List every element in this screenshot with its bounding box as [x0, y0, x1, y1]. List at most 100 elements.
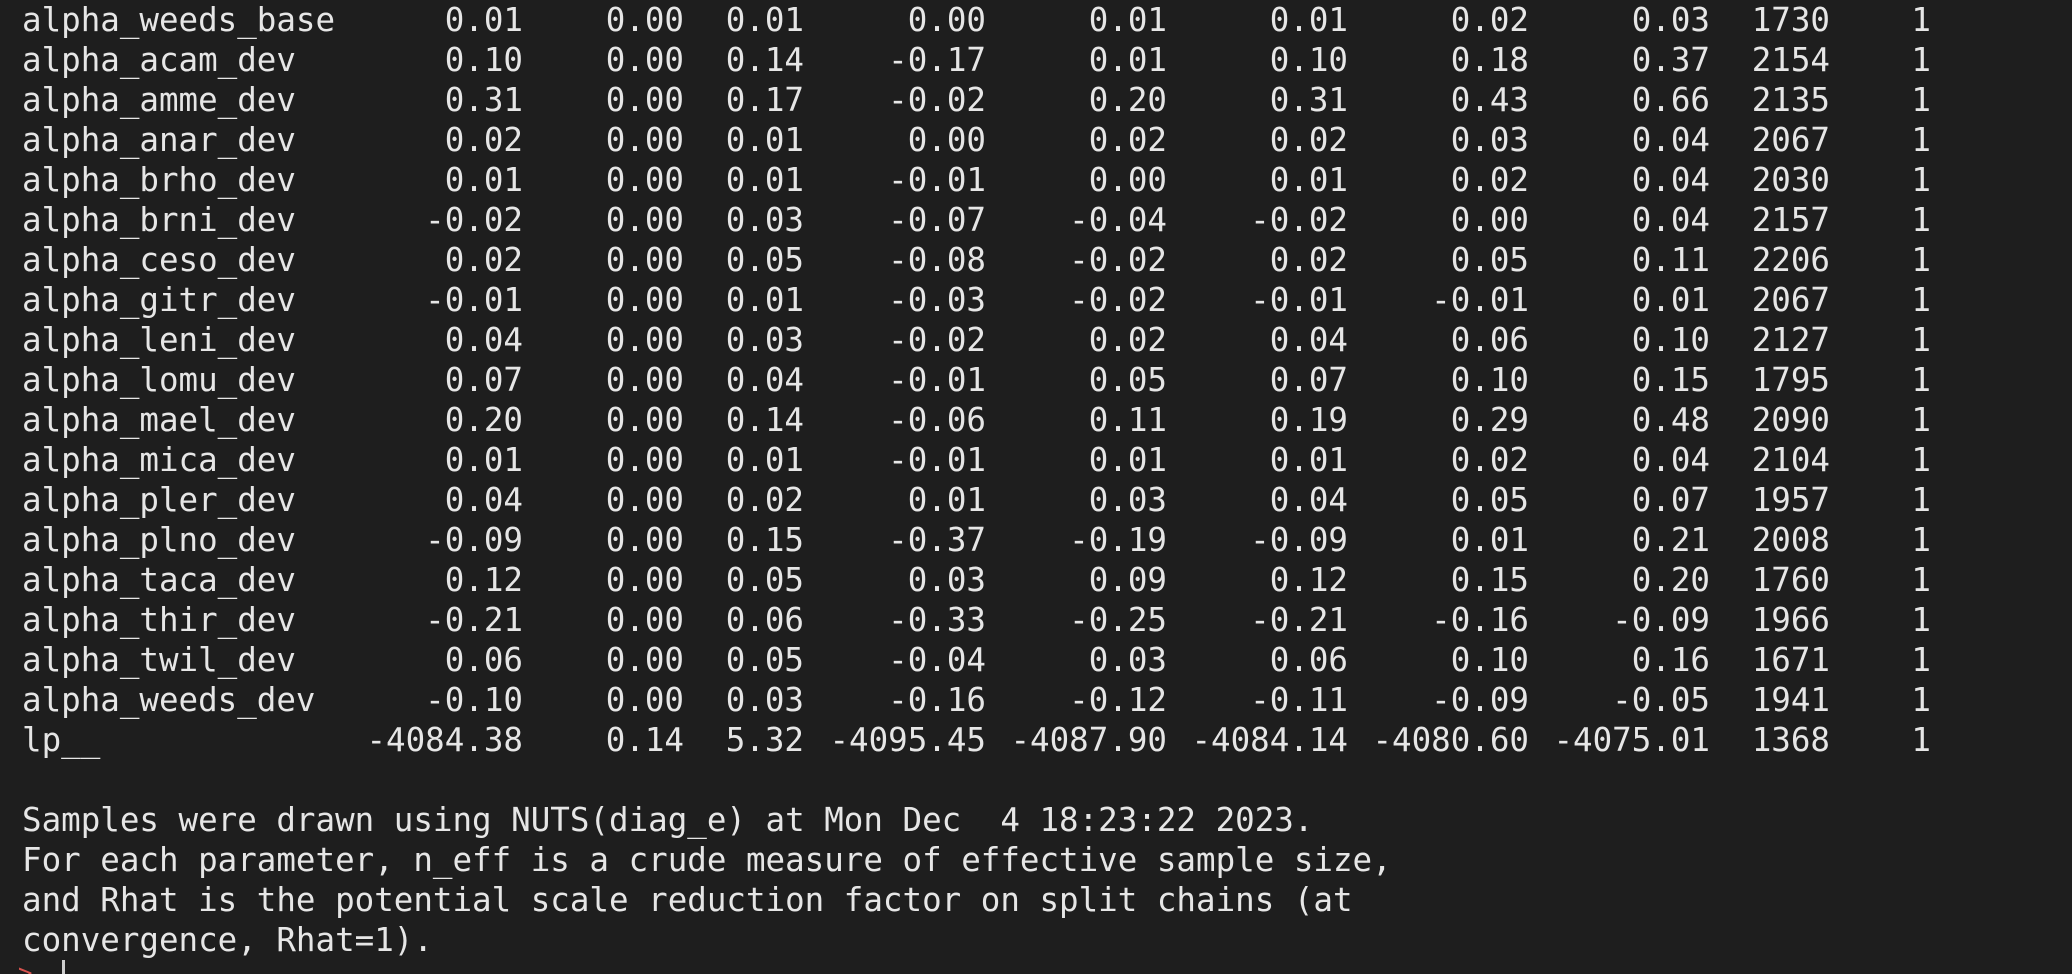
cell-se-mean: 0.00 [605, 441, 684, 479]
cell-q97-5: 0.01 [1631, 281, 1710, 319]
cell-n-eff: 2135 [1751, 81, 1830, 119]
cell-sd: 0.01 [725, 441, 804, 479]
parameter-name: alpha_brho_dev [22, 161, 296, 199]
cell-se-mean: 0.00 [605, 601, 684, 639]
parameter-name: alpha_lomu_dev [22, 361, 296, 399]
parameter-name: alpha_amme_dev [22, 81, 296, 119]
cell-q75: 0.03 [1450, 121, 1529, 159]
cell-q50: 0.06 [1269, 641, 1348, 679]
cell-se-mean: 0.00 [605, 81, 684, 119]
cell-q50: -0.11 [1250, 681, 1348, 719]
cell-sd: 0.03 [725, 201, 804, 239]
cell-mean: -0.21 [425, 601, 523, 639]
cell-q75: 0.43 [1450, 81, 1529, 119]
cell-sd: 0.15 [725, 521, 804, 559]
cell-n-eff: 2154 [1751, 41, 1830, 79]
cell-q97-5: 0.10 [1631, 321, 1710, 359]
cell-q50: 0.10 [1269, 41, 1348, 79]
cell-q25: -0.02 [1069, 241, 1167, 279]
table-row: alpha_lomu_dev 0.07 0.00 0.04 -0.01 0.05 0.07 0… [0, 360, 2072, 400]
parameter-name: alpha_leni_dev [22, 321, 296, 359]
cell-n-eff: 1368 [1751, 721, 1830, 759]
cell-q2-5: -0.01 [888, 361, 986, 399]
table-row: alpha_brho_dev 0.01 0.00 0.01 -0.01 0.00 0.01 0… [0, 160, 2072, 200]
cell-q2-5: -0.02 [888, 321, 986, 359]
cell-n-eff: 1957 [1751, 481, 1830, 519]
console-input-cursor[interactable] [62, 960, 65, 974]
cell-mean: 0.20 [444, 401, 523, 439]
cell-mean: -0.10 [425, 681, 523, 719]
cell-mean: 0.07 [444, 361, 523, 399]
cell-mean: 0.02 [444, 241, 523, 279]
cell-q2-5: -0.17 [888, 41, 986, 79]
cell-q75: 0.29 [1450, 401, 1529, 439]
cell-rhat: 1 [1911, 241, 1931, 279]
cell-mean: 0.01 [444, 441, 523, 479]
cell-q2-5: -0.06 [888, 401, 986, 439]
cell-n-eff: 1966 [1751, 601, 1830, 639]
cell-sd: 0.01 [725, 161, 804, 199]
table-row: alpha_ceso_dev 0.02 0.00 0.05 -0.08 -0.02 0.02… [0, 240, 2072, 280]
table-row: alpha_plno_dev -0.09 0.00 0.15 -0.37 -0.19 -0.… [0, 520, 2072, 560]
cell-n-eff: 2067 [1751, 281, 1830, 319]
cell-q50: -4084.14 [1191, 721, 1348, 759]
cell-q50: 0.01 [1269, 1, 1348, 39]
cell-rhat: 1 [1911, 441, 1931, 479]
cell-rhat: 1 [1911, 521, 1931, 559]
cell-mean: -4084.38 [366, 721, 523, 759]
table-row: alpha_gitr_dev -0.01 0.00 0.01 -0.03 -0.02 -0.… [0, 280, 2072, 320]
cell-q25: 0.00 [1088, 161, 1167, 199]
cell-q75: 0.05 [1450, 481, 1529, 519]
cell-mean: 0.04 [444, 481, 523, 519]
cell-q25: 0.03 [1088, 481, 1167, 519]
cell-n-eff: 1671 [1751, 641, 1830, 679]
cell-se-mean: 0.00 [605, 641, 684, 679]
cell-n-eff: 2008 [1751, 521, 1830, 559]
cell-q75: -0.01 [1431, 281, 1529, 319]
cell-q2-5: -0.01 [888, 161, 986, 199]
cell-rhat: 1 [1911, 321, 1931, 359]
footer-line-sampling-info: Samples were drawn using NUTS(diag_e) at… [22, 801, 1314, 839]
cell-n-eff: 1941 [1751, 681, 1830, 719]
cell-se-mean: 0.00 [605, 481, 684, 519]
console-prompt-icon: > [18, 963, 32, 974]
cell-q75: 0.00 [1450, 201, 1529, 239]
cell-q2-5: 0.03 [907, 561, 986, 599]
cell-rhat: 1 [1911, 561, 1931, 599]
cell-n-eff: 1760 [1751, 561, 1830, 599]
cell-q97-5: -0.05 [1612, 681, 1710, 719]
cell-q25: 0.01 [1088, 1, 1167, 39]
cell-n-eff: 1730 [1751, 1, 1830, 39]
cell-sd: 0.03 [725, 681, 804, 719]
cell-sd: 5.32 [725, 721, 804, 759]
cell-mean: -0.09 [425, 521, 523, 559]
cell-q2-5: 0.00 [907, 1, 986, 39]
table-row: alpha_pler_dev 0.04 0.00 0.02 0.01 0.03 0.04 0.… [0, 480, 2072, 520]
cell-q50: 0.02 [1269, 121, 1348, 159]
cell-q50: 0.02 [1269, 241, 1348, 279]
cell-q75: 0.02 [1450, 1, 1529, 39]
parameter-name: alpha_weeds_dev [22, 681, 316, 719]
cell-se-mean: 0.00 [605, 41, 684, 79]
cell-mean: 0.01 [444, 1, 523, 39]
cell-se-mean: 0.00 [605, 161, 684, 199]
cell-q25: -0.19 [1069, 521, 1167, 559]
cell-q97-5: 0.37 [1631, 41, 1710, 79]
cell-q75: 0.05 [1450, 241, 1529, 279]
cell-se-mean: 0.00 [605, 361, 684, 399]
cell-mean: 0.06 [444, 641, 523, 679]
table-row: alpha_weeds_dev -0.10 0.00 0.03 -0.16 -0.12 -0… [0, 680, 2072, 720]
cell-rhat: 1 [1911, 361, 1931, 399]
table-row: alpha_weeds_base 0.01 0.00 0.01 0.00 0.01 0.01… [0, 0, 2072, 40]
cell-rhat: 1 [1911, 41, 1931, 79]
r-console-output: alpha_weeds_base 0.01 0.00 0.01 0.00 0.01 0.01… [0, 0, 2072, 974]
cell-q50: 0.01 [1269, 161, 1348, 199]
cell-q50: -0.21 [1250, 601, 1348, 639]
cell-sd: 0.06 [725, 601, 804, 639]
cell-n-eff: 2206 [1751, 241, 1830, 279]
cell-q75: -0.16 [1431, 601, 1529, 639]
table-row: alpha_brni_dev -0.02 0.00 0.03 -0.07 -0.04 -0.… [0, 200, 2072, 240]
parameter-name: alpha_weeds_base [22, 1, 336, 39]
cell-q25: -4087.90 [1010, 721, 1167, 759]
cell-q97-5: 0.16 [1631, 641, 1710, 679]
